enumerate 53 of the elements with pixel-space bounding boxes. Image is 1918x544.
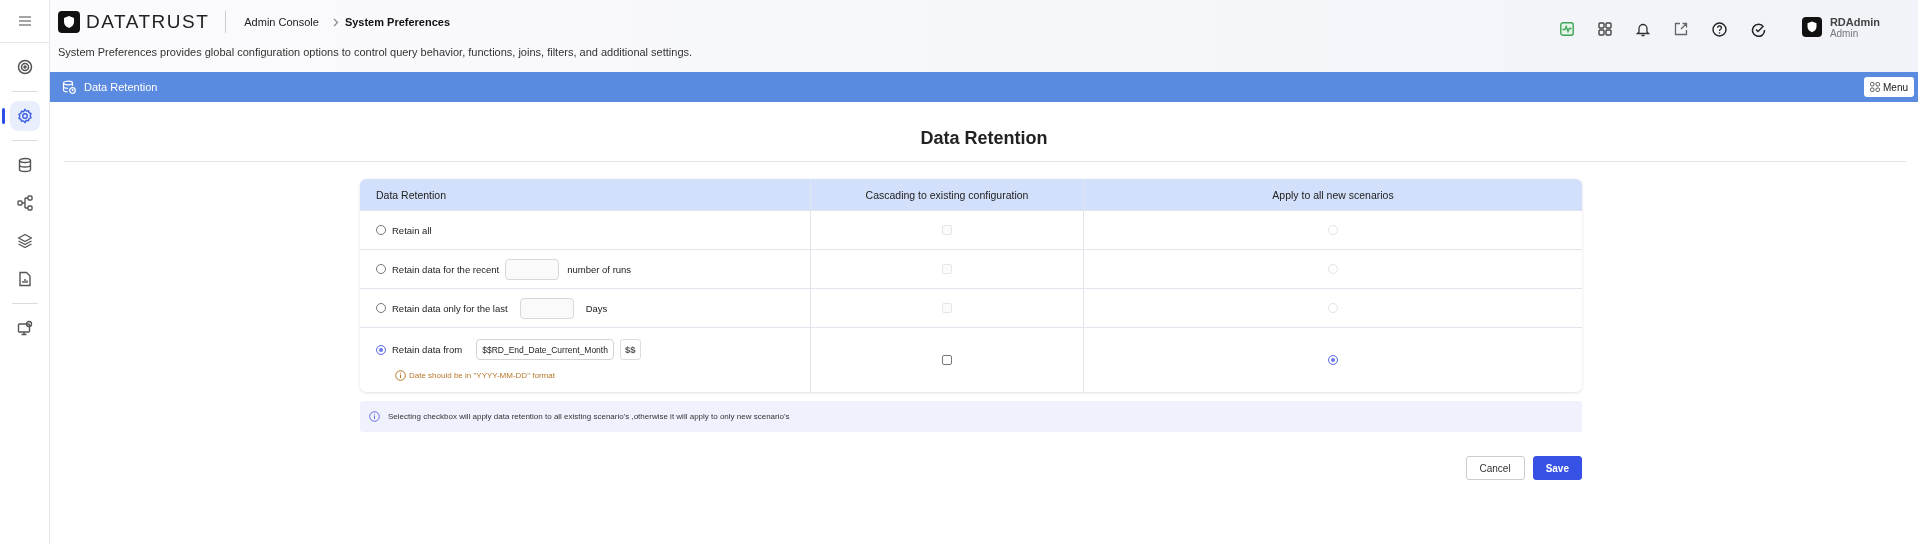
active-indicator xyxy=(1,108,5,124)
external-link-icon[interactable] xyxy=(1673,22,1688,36)
nodes-icon xyxy=(16,195,33,211)
option-suffix: number of runs xyxy=(567,263,632,275)
cancel-button[interactable]: Cancel xyxy=(1465,456,1525,480)
help-icon[interactable] xyxy=(1711,21,1727,37)
variable-button[interactable]: $$ xyxy=(619,339,641,360)
target-icon xyxy=(16,59,33,75)
user-name: RDAdmin xyxy=(1829,15,1880,28)
radio-button[interactable] xyxy=(376,303,386,313)
menu-button[interactable]: Menu xyxy=(1864,77,1914,97)
user-role: Admin xyxy=(1829,27,1860,39)
brand-logo: DATATRUST xyxy=(86,11,210,33)
radio-button[interactable] xyxy=(376,344,386,355)
report-icon xyxy=(16,271,33,287)
page-title: Data Retention xyxy=(919,127,1049,150)
avatar-icon[interactable] xyxy=(1801,17,1822,37)
column-header: Apply to all new scenarios xyxy=(1272,188,1394,201)
database-icon xyxy=(16,157,33,173)
breadcrumb-item: System Preferences xyxy=(344,16,451,28)
info-icon xyxy=(369,411,380,422)
option-suffix: Days xyxy=(585,302,608,314)
monitor-icon xyxy=(16,320,33,336)
radio-button[interactable] xyxy=(1328,355,1338,365)
page-description: System Preferences provides global configuration options to control query behavior, functions, joins, filters, and additional settings. xyxy=(58,45,694,58)
breadcrumb-item[interactable]: Admin Console xyxy=(244,16,319,28)
refresh-check-icon[interactable] xyxy=(1750,21,1766,37)
grid-icon xyxy=(1870,82,1880,92)
input-field[interactable] xyxy=(519,297,574,319)
radio-button[interactable] xyxy=(376,264,386,274)
input-field[interactable] xyxy=(505,258,560,280)
radio-button[interactable] xyxy=(376,225,386,235)
save-button[interactable]: Save xyxy=(1532,456,1582,480)
column-header: Data Retention xyxy=(376,188,447,201)
checkbox[interactable] xyxy=(942,355,952,365)
format-hint: Date should be in "YYYY-MM-DD" format xyxy=(409,371,555,380)
layers-icon xyxy=(16,233,33,249)
settings-icon xyxy=(16,108,33,124)
option-label: Retain data only for the last xyxy=(392,302,508,314)
activity-icon[interactable] xyxy=(1559,22,1574,36)
info-icon xyxy=(395,370,406,381)
shield-logo-icon xyxy=(58,11,80,33)
option-label: Retain all xyxy=(392,224,432,236)
bell-icon[interactable] xyxy=(1635,21,1650,37)
column-header: Cascading to existing configuration xyxy=(865,188,1029,201)
option-label: Retain data from xyxy=(392,344,463,355)
grid-icon[interactable] xyxy=(1597,22,1612,36)
section-title: Data Retention xyxy=(84,81,158,93)
database-clock-icon xyxy=(62,80,76,94)
option-label: Retain data for the recent xyxy=(392,263,500,275)
date-field[interactable]: $$RD_End_Date_Current_Month xyxy=(476,339,614,360)
chevron-icon xyxy=(332,17,339,27)
note-text: Selecting checkbox will apply data retention to all existing scenario's ,otherwise it will apply to only new scenario's xyxy=(388,412,790,421)
